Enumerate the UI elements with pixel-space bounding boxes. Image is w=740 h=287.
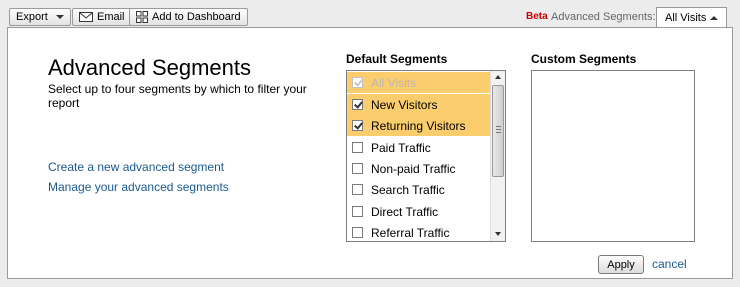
default-segments-heading: Default Segments	[346, 52, 448, 66]
toolbar: Export Email Add to Dashboard Beta Advan…	[0, 0, 740, 28]
segment-row-returning-visitors[interactable]: Returning Visitors	[347, 115, 490, 136]
checkbox[interactable]	[352, 120, 363, 131]
scroll-up-icon[interactable]	[495, 75, 501, 79]
segment-row-paid-traffic[interactable]: Paid Traffic	[347, 137, 490, 158]
advanced-segments-label: Advanced Segments:	[551, 11, 656, 23]
email-button[interactable]: Email	[72, 8, 132, 26]
export-button[interactable]: Export	[9, 8, 71, 26]
checkbox[interactable]	[352, 99, 363, 110]
segment-label: Returning Visitors	[371, 118, 466, 133]
custom-segments-heading: Custom Segments	[531, 52, 637, 66]
grip-line	[496, 126, 501, 127]
scrollbar-thumb[interactable]	[492, 85, 504, 177]
segment-selector-tab[interactable]: All Visits	[656, 7, 727, 28]
segment-label: New Visitors	[371, 97, 438, 112]
create-segment-link[interactable]: Create a new advanced segment	[48, 160, 224, 174]
segment-label: Search Traffic	[371, 182, 445, 197]
apply-button[interactable]: Apply	[598, 255, 644, 274]
export-label: Export	[16, 11, 48, 23]
manage-segments-link[interactable]: Manage your advanced segments	[48, 180, 229, 194]
beta-badge: Beta	[526, 11, 548, 22]
segment-label: All Visits	[371, 75, 417, 90]
segment-row-all-visits: All Visits	[347, 72, 490, 93]
panel-title: Advanced Segments	[48, 55, 252, 80]
envelope-icon	[79, 12, 93, 22]
checkbox[interactable]	[352, 227, 363, 238]
add-to-dashboard-button[interactable]: Add to Dashboard	[129, 8, 248, 26]
segment-row-referral-traffic[interactable]: Referral Traffic	[347, 222, 490, 241]
add-to-dashboard-label: Add to Dashboard	[152, 11, 241, 23]
custom-segments-list[interactable]	[531, 70, 695, 242]
segment-label: Non-paid Traffic	[371, 161, 456, 176]
checkbox[interactable]	[352, 163, 363, 174]
scroll-down-icon[interactable]	[495, 232, 501, 236]
cancel-link[interactable]: cancel	[652, 257, 687, 271]
advanced-segments-panel: Advanced Segments Select up to four segm…	[7, 27, 733, 279]
segment-row-new-visitors[interactable]: New Visitors	[347, 94, 490, 115]
segment-row-search-traffic[interactable]: Search Traffic	[347, 179, 490, 200]
grip-line	[496, 132, 501, 133]
checkbox	[352, 77, 363, 88]
segment-row-direct-traffic[interactable]: Direct Traffic	[347, 201, 490, 222]
current-segment-label: All Visits	[665, 12, 707, 24]
checkbox[interactable]	[352, 206, 363, 217]
chevron-up-icon	[710, 16, 719, 20]
panel-subtitle: Select up to four segments by which to f…	[48, 82, 307, 110]
scrollbar[interactable]	[490, 71, 505, 241]
dashboard-icon	[136, 11, 148, 23]
segment-label: Direct Traffic	[371, 204, 439, 219]
default-segments-list[interactable]: All Visits New Visitors Returning Visito…	[346, 70, 506, 242]
email-label: Email	[97, 11, 125, 23]
chevron-down-icon	[55, 15, 64, 19]
checkbox[interactable]	[352, 184, 363, 195]
segment-row-non-paid-traffic[interactable]: Non-paid Traffic	[347, 158, 490, 179]
checkbox[interactable]	[352, 142, 363, 153]
grip-line	[496, 129, 501, 130]
segment-label: Paid Traffic	[371, 140, 431, 155]
segment-label: Referral Traffic	[371, 225, 450, 240]
